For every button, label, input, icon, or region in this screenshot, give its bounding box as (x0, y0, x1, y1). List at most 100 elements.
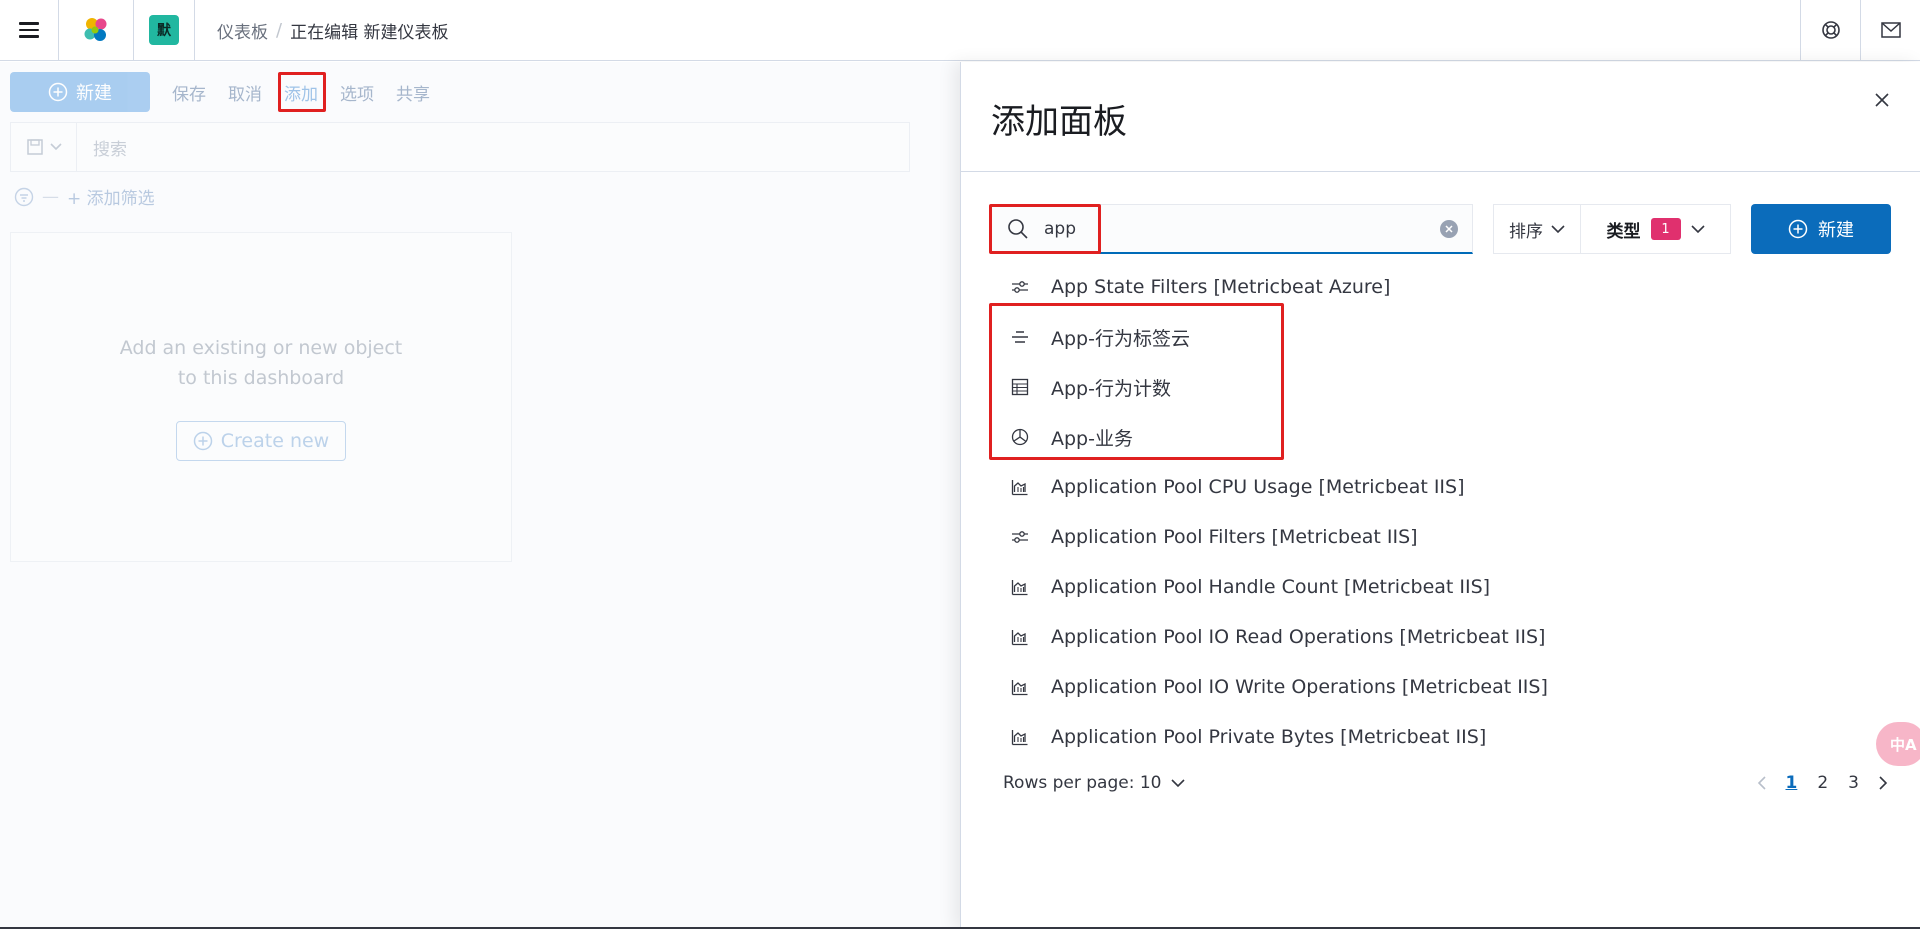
chevron-down-icon (49, 143, 62, 151)
result-item[interactable]: App-业务 (991, 412, 1896, 462)
add-panel-flyout: 添加面板 app 排序 类型 1 新建 App State Filters [M… (960, 62, 1920, 929)
share-link[interactable]: 共享 (396, 80, 430, 105)
chevron-down-icon (1551, 224, 1565, 233)
saved-query-button[interactable] (11, 123, 77, 171)
create-label: 新建 (1818, 220, 1854, 241)
options-link[interactable]: 选项 (340, 80, 374, 105)
empty-message-line2: to this dashboard (177, 367, 345, 389)
result-label: Application Pool Handle Count [Metricbea… (1051, 576, 1491, 598)
area-chart-icon (1009, 726, 1031, 748)
page-1[interactable]: 1 (1786, 773, 1798, 793)
result-label: App State Filters [Metricbeat Azure] (1051, 276, 1391, 298)
empty-dashboard-message: Add an existing or new object to this da… (11, 333, 511, 393)
controls-icon (1009, 276, 1031, 298)
plus-circle-icon (1788, 219, 1808, 239)
translate-widget[interactable]: 中A (1876, 722, 1920, 766)
result-item[interactable]: Application Pool IO Read Operations [Met… (991, 612, 1896, 662)
search-field[interactable]: app (991, 204, 1473, 254)
type-filter-button[interactable]: 类型 1 (1581, 204, 1731, 254)
mail-icon (1880, 22, 1901, 38)
result-item[interactable]: Application Pool Private Bytes [Metricbe… (991, 712, 1896, 762)
cancel-link[interactable]: 取消 (228, 80, 262, 105)
plus-circle-icon (48, 82, 68, 102)
area-chart-icon (1009, 626, 1031, 648)
flyout-title: 添加面板 (991, 102, 1127, 142)
tagcloud-icon (1009, 326, 1031, 348)
space-avatar: 默 (149, 15, 179, 45)
sort-label: 排序 (1509, 221, 1543, 242)
result-item[interactable]: App State Filters [Metricbeat Azure] (991, 262, 1896, 312)
new-dashboard-button[interactable]: 新建 (10, 72, 150, 112)
chevron-down-icon (1171, 778, 1186, 787)
translate-icon: 中A (1890, 735, 1917, 754)
pagination-row: Rows per page: 10 1 2 3 (1003, 768, 1888, 798)
result-label: Application Pool Filters [Metricbeat IIS… (1051, 526, 1418, 548)
pie-icon (1009, 426, 1031, 448)
close-button[interactable] (1870, 88, 1894, 112)
search-toolbar: app 排序 类型 1 新建 (991, 204, 1896, 254)
search-input[interactable]: app (1044, 219, 1076, 239)
filter-icon[interactable] (14, 187, 34, 207)
breadcrumb-current: 正在编辑 新建仪表板 (290, 22, 449, 43)
result-item[interactable]: Application Pool Handle Count [Metricbea… (991, 562, 1896, 612)
flyout-header: 添加面板 (961, 62, 1920, 172)
clear-icon (1445, 225, 1453, 233)
elastic-logo[interactable] (59, 0, 134, 61)
save-link[interactable]: 保存 (172, 80, 206, 105)
empty-message-line1: Add an existing or new object (119, 337, 403, 359)
add-panel-link[interactable]: 添加 (284, 80, 318, 105)
breadcrumb-separator: / (276, 19, 283, 41)
result-label: App-行为标签云 (1051, 327, 1190, 350)
new-label: 新建 (76, 83, 112, 104)
result-label: App-业务 (1051, 427, 1133, 450)
query-search-input[interactable]: 搜索 (77, 135, 127, 160)
type-label: 类型 (1606, 221, 1641, 242)
newsfeed-button[interactable] (1860, 0, 1920, 61)
rows-per-page-button[interactable]: Rows per page: 10 (1003, 773, 1186, 793)
breadcrumb-dashboards[interactable]: 仪表板 (217, 18, 268, 43)
controls-icon (1009, 526, 1031, 548)
page-3[interactable]: 3 (1848, 773, 1859, 793)
breadcrumb: 仪表板 / 正在编辑 新建仪表板 (195, 0, 1800, 61)
pagination: 1 2 3 (1757, 773, 1889, 793)
add-filter-link[interactable]: + 添加筛选 (67, 184, 155, 209)
result-item[interactable]: Application Pool CPU Usage [Metricbeat I… (991, 462, 1896, 512)
close-icon (1875, 93, 1889, 107)
result-item[interactable]: Application Pool IO Write Operations [Me… (991, 662, 1896, 712)
chevron-right-icon[interactable] (1879, 776, 1888, 790)
rows-per-page-label: Rows per page: 10 (1003, 773, 1162, 793)
result-label: Application Pool IO Write Operations [Me… (1051, 676, 1548, 698)
menu-button[interactable] (0, 0, 59, 61)
query-bar: 搜索 (10, 122, 910, 172)
result-label: Application Pool CPU Usage [Metricbeat I… (1051, 476, 1465, 498)
create-new-button[interactable]: Create new (176, 421, 346, 461)
result-label: App-行为计数 (1051, 377, 1171, 400)
sort-button[interactable]: 排序 (1493, 204, 1581, 254)
save-icon (26, 139, 43, 155)
elastic-logo-icon (84, 18, 107, 41)
hamburger-icon (19, 22, 39, 38)
space-selector[interactable]: 默 (134, 0, 195, 61)
page-2[interactable]: 2 (1817, 773, 1828, 793)
top-header: 默 仪表板 / 正在编辑 新建仪表板 (0, 0, 1920, 61)
clear-search-button[interactable] (1440, 220, 1458, 238)
result-item[interactable]: App-行为计数 (991, 362, 1896, 412)
type-count-badge: 1 (1650, 218, 1681, 240)
result-label: Application Pool Private Bytes [Metricbe… (1051, 726, 1487, 748)
dashboard-background: 新建 保存 取消 添加 选项 共享 搜索 — + 添加筛选 Add an exi… (0, 62, 960, 929)
empty-dashboard-panel: Add an existing or new object to this da… (10, 232, 512, 562)
chevron-left-icon[interactable] (1757, 776, 1766, 790)
help-lifebuoy-icon (1821, 21, 1840, 39)
area-chart-icon (1009, 476, 1031, 498)
result-item[interactable]: Application Pool Filters [Metricbeat IIS… (991, 512, 1896, 562)
create-new-label: Create new (220, 430, 330, 452)
results-list: App State Filters [Metricbeat Azure] App-… (991, 262, 1896, 762)
plus-circle-icon (193, 431, 213, 451)
filter-divider: — (42, 186, 59, 207)
help-button[interactable] (1800, 0, 1860, 61)
search-icon (992, 218, 1044, 240)
result-item[interactable]: App-行为标签云 (991, 312, 1896, 362)
create-new-panel-button[interactable]: 新建 (1751, 204, 1891, 254)
filter-row: — + 添加筛选 (14, 184, 155, 209)
result-label: Application Pool IO Read Operations [Met… (1051, 626, 1546, 648)
